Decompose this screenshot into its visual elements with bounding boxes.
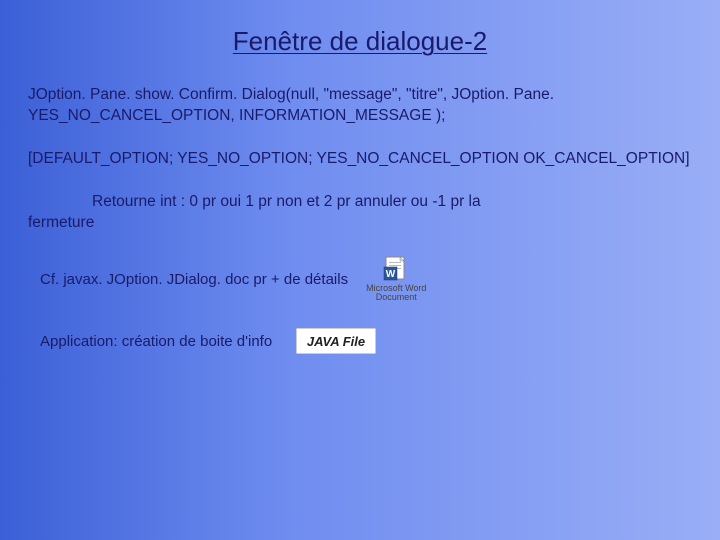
cf-row: Cf. javax. JOption. JDialog. doc pr + de… <box>40 256 692 303</box>
word-doc-icon[interactable]: W Microsoft Word Document <box>366 256 426 303</box>
word-caption-line2: Document <box>376 292 417 302</box>
word-caption: Microsoft Word Document <box>366 284 426 303</box>
return-line2: fermeture <box>28 214 94 231</box>
code-snippet: JOption. Pane. show. Confirm. Dialog(nul… <box>28 85 692 127</box>
slide-title: Fenêtre de dialogue-2 <box>28 26 692 57</box>
slide: Fenêtre de dialogue-2 JOption. Pane. sho… <box>0 0 720 540</box>
application-row: Application: création de boite d'info JA… <box>40 328 692 354</box>
return-description: Retourne int : 0 pr oui 1 pr non et 2 pr… <box>28 192 692 234</box>
return-line1: Retourne int : 0 pr oui 1 pr non et 2 pr… <box>28 193 481 210</box>
svg-text:JAVA File: JAVA File <box>307 334 365 349</box>
svg-text:W: W <box>386 269 396 280</box>
application-text: Application: création de boite d'info <box>40 333 272 350</box>
java-file-icon[interactable]: JAVA File <box>296 328 376 354</box>
options-list: [DEFAULT_OPTION; YES_NO_OPTION; YES_NO_C… <box>28 149 692 170</box>
cf-text: Cf. javax. JOption. JDialog. doc pr + de… <box>40 271 348 288</box>
